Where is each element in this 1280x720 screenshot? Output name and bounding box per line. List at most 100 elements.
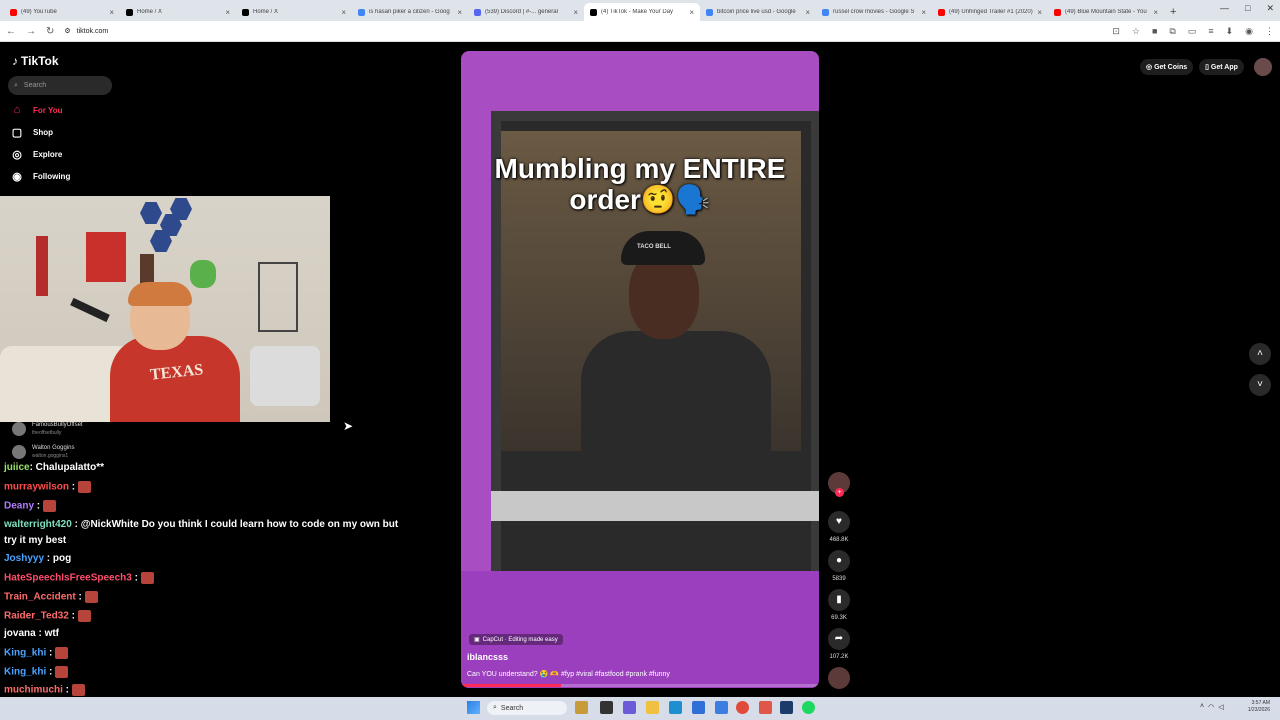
menu-icon[interactable]: ⋮ — [1265, 26, 1274, 37]
tab-title: Home / X — [137, 9, 163, 15]
video-progress[interactable] — [461, 684, 819, 687]
browser-tab[interactable]: russel crow movies - Google S × — [816, 3, 932, 21]
video-author[interactable]: iblancsss — [467, 652, 508, 662]
comment-button[interactable]: ● 5839 — [826, 550, 852, 582]
author-avatar-button[interactable]: + — [826, 472, 852, 497]
copilot-icon[interactable] — [623, 701, 636, 714]
widgets-icon[interactable] — [575, 701, 588, 714]
tab-close-icon[interactable]: × — [573, 8, 578, 17]
site-info-icon[interactable]: ⚙ — [64, 27, 70, 35]
windows-start-icon[interactable] — [467, 701, 480, 714]
chat-emote-icon — [43, 500, 57, 512]
get-app-button[interactable]: ▯ Get App — [1199, 59, 1244, 75]
browser-tab[interactable]: (539) Discord | #-... general × — [468, 3, 584, 21]
following-account[interactable]: Walton Goggins walton.goggins1 — [12, 444, 74, 460]
tab-close-icon[interactable]: × — [805, 8, 810, 17]
browser-tab[interactable]: bitcoin price live usd - Google × — [700, 3, 816, 21]
browser-tab[interactable]: (49) Blue Mountain State - You × — [1048, 3, 1164, 21]
like-button[interactable]: ♥ 468.8K — [826, 511, 852, 543]
reload-icon[interactable]: ↻ — [46, 26, 54, 37]
chat-username[interactable]: HateSpeechIsFreeSpeech3 — [4, 573, 132, 584]
browser-tab[interactable]: (49) Unhinged Trailer #1 (2020) × — [932, 3, 1048, 21]
save-button[interactable]: ▮ 69.3K — [826, 589, 852, 621]
extensions-puzzle-icon[interactable]: ⧉ — [1169, 26, 1175, 37]
maximize-icon[interactable]: □ — [1245, 3, 1250, 14]
sidebar-item-for-you[interactable]: ⌂ For You — [10, 104, 63, 116]
sidebar-item-shop[interactable]: ▢ Shop — [10, 126, 53, 139]
clock[interactable]: 3:57 AM 1/23/2026 — [1248, 700, 1270, 714]
browser-tab[interactable]: (4) TikTok - Make Your Day × — [584, 3, 700, 21]
spotify-icon[interactable] — [802, 701, 815, 714]
tiktok-logo-text: TikTok — [21, 54, 59, 68]
next-video-button[interactable]: ˅ — [1249, 374, 1271, 396]
task-view-icon[interactable] — [600, 701, 613, 714]
browser-tab[interactable]: (49) YouTube × — [4, 3, 120, 21]
profile-icon[interactable]: ◉ — [1245, 26, 1253, 37]
sidebar-item-explore[interactable]: ◎ Explore — [10, 148, 62, 161]
follow-plus-icon[interactable]: + — [835, 488, 844, 497]
chat-message: walterright420 : @NickWhite Do you think… — [4, 519, 398, 530]
download-icon[interactable]: ⬇ — [1226, 26, 1234, 37]
chat-message: King_khi : — [4, 666, 69, 678]
taskbar-search-label: Search — [500, 704, 524, 712]
tab-close-icon[interactable]: × — [225, 8, 230, 17]
chat-username[interactable]: Raider_Ted32 — [4, 611, 69, 622]
tab-close-icon[interactable]: × — [689, 8, 694, 17]
system-tray[interactable]: ˄ ◠ ◁ — [1200, 703, 1224, 711]
chat-username[interactable]: Deany — [4, 501, 34, 512]
install-icon[interactable]: ⊡ — [1112, 26, 1120, 37]
avatar — [12, 445, 26, 459]
file-explorer-icon[interactable] — [646, 701, 659, 714]
cast-icon[interactable]: ≡ — [1208, 26, 1213, 37]
chat-username[interactable]: muchimuchi — [4, 685, 63, 696]
chat-username[interactable]: King_khi — [4, 648, 46, 659]
video-caption: Mumbling my ENTIRE order🤨🗣️ — [494, 153, 786, 215]
address-bar[interactable]: ⚙ tiktok.com — [64, 27, 1102, 36]
taskbar-search[interactable]: ⌕ Search — [487, 701, 567, 715]
app-icon[interactable] — [759, 701, 772, 714]
chat-username[interactable]: King_khi — [4, 667, 46, 678]
bookmark-star-icon[interactable]: ☆ — [1132, 26, 1140, 37]
minimize-icon[interactable]: — — [1220, 3, 1229, 14]
following-account[interactable]: FamousBullyOffset theoffsetbully — [12, 421, 83, 437]
browser-tab[interactable]: Home / X × — [236, 3, 352, 21]
tab-close-icon[interactable]: × — [109, 8, 114, 17]
back-icon[interactable]: ← — [6, 26, 16, 37]
tab-close-icon[interactable]: × — [457, 8, 462, 17]
chat-username[interactable]: Train_Accident — [4, 592, 76, 603]
search-input[interactable]: ⌕ Search — [8, 76, 112, 95]
steam-icon[interactable] — [780, 701, 793, 714]
coin-icon: ◎ — [1146, 64, 1155, 71]
chat-username[interactable]: murraywilson — [4, 482, 69, 493]
share-button[interactable]: ➦ 107.2K — [826, 628, 852, 660]
extension-icon[interactable]: ■ — [1152, 26, 1157, 37]
sidepanel-icon[interactable]: ▭ — [1188, 26, 1197, 37]
store-icon[interactable] — [692, 701, 705, 714]
video-player[interactable]: TACO BELL Mumbling my ENTIRE order🤨🗣️ ▣ … — [461, 51, 819, 688]
tab-close-icon[interactable]: × — [1153, 8, 1158, 17]
chat-username[interactable]: jovana — [4, 628, 36, 639]
sidebar-item-following[interactable]: ◉ Following — [10, 170, 70, 183]
sidebar-item-label: Explore — [33, 150, 63, 159]
new-tab-button[interactable]: + — [1164, 6, 1182, 21]
capcut-tag[interactable]: ▣ CapCut · Editing made easy — [469, 634, 563, 645]
tab-close-icon[interactable]: × — [921, 8, 926, 17]
close-window-icon[interactable]: ✕ — [1266, 3, 1274, 14]
chat-username[interactable]: walterright420 — [4, 519, 72, 530]
music-disc[interactable] — [826, 667, 852, 689]
browser-tab[interactable]: Home / X × — [120, 3, 236, 21]
chat-username[interactable]: Joshyyy — [4, 553, 44, 564]
account-handle: walton.goggins1 — [32, 453, 69, 459]
mail-icon[interactable] — [715, 701, 728, 714]
edge-icon[interactable] — [669, 701, 682, 714]
browser-tab[interactable]: is hasan piker a citizen - Goog × — [352, 3, 468, 21]
chat-username[interactable]: juiice — [4, 462, 30, 473]
tiktok-logo[interactable]: ♪ TikTok — [12, 54, 59, 68]
tab-close-icon[interactable]: × — [1037, 8, 1042, 17]
get-coins-button[interactable]: ◎ Get Coins — [1140, 59, 1194, 75]
user-avatar[interactable] — [1253, 58, 1272, 76]
previous-video-button[interactable]: ˄ — [1249, 343, 1271, 365]
tab-close-icon[interactable]: × — [341, 8, 346, 17]
chrome-icon[interactable] — [736, 701, 749, 714]
forward-icon[interactable]: → — [26, 26, 36, 37]
